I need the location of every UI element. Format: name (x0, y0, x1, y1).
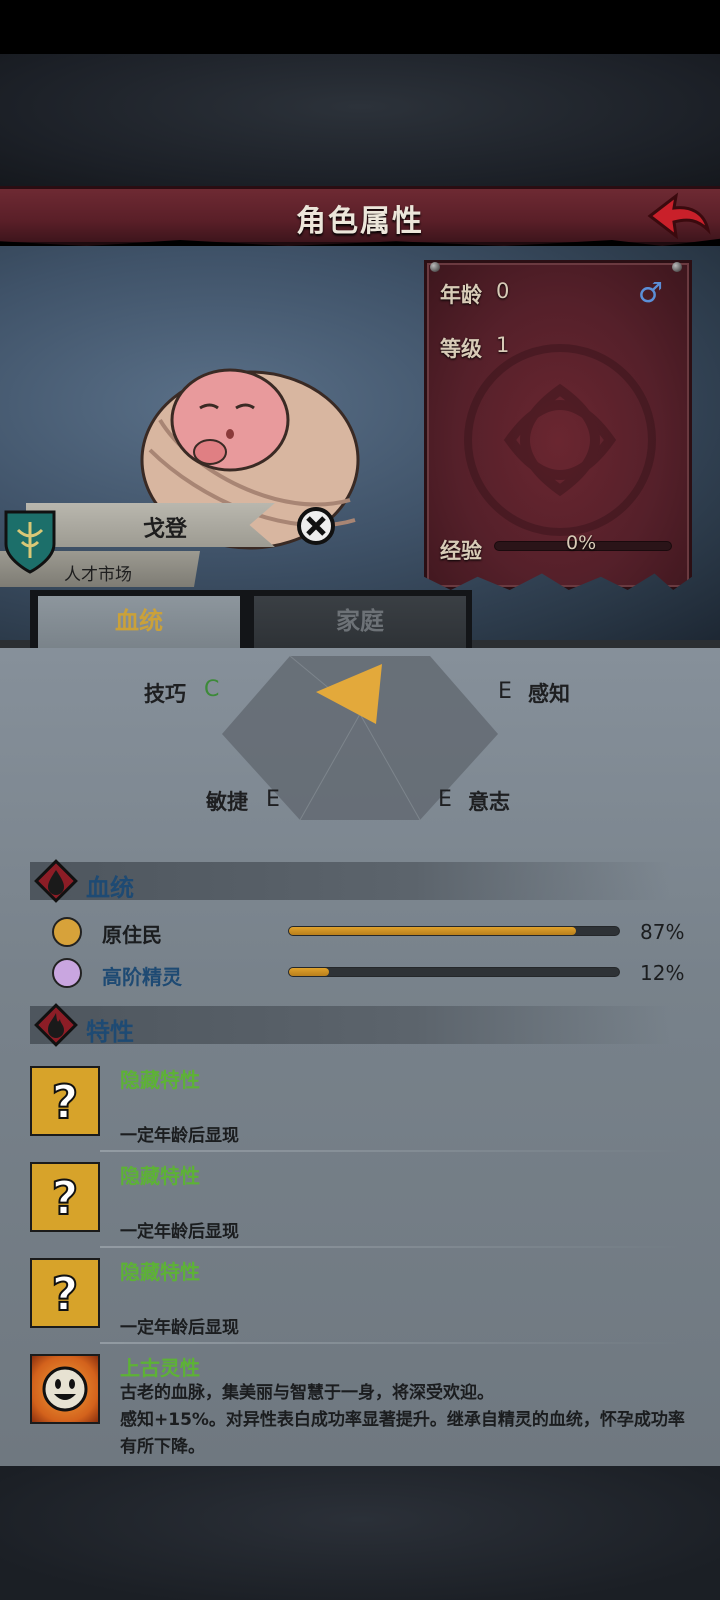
divider (100, 1342, 680, 1344)
elf-eye-icon (52, 958, 82, 988)
divider (100, 1246, 680, 1248)
will-label: 意志 (468, 790, 510, 814)
trait-name-2: 隐藏特性 (120, 1260, 200, 1284)
rivet (672, 262, 682, 272)
attribute-radar-chart (222, 655, 498, 821)
agility-grade: E (266, 787, 280, 812)
flame-icon (34, 1003, 78, 1047)
background-bottom (0, 1466, 720, 1600)
svg-text:?: ? (52, 1171, 79, 1225)
question-icon[interactable]: ? (30, 1258, 100, 1328)
trait-name-3: 上古灵性 (120, 1356, 200, 1380)
page-title: 角色属性 (296, 204, 424, 239)
question-icon[interactable]: ? (30, 1162, 100, 1232)
bloodline-bar-0 (288, 926, 620, 936)
bloodline-bar-1 (288, 967, 620, 977)
agility-label: 敏捷 (206, 790, 248, 814)
bloodline-section-title: 血统 (86, 874, 134, 902)
level-label: 等级 (440, 337, 482, 361)
divider (100, 1150, 680, 1152)
celtic-knot-emblem (464, 344, 656, 536)
bloodline-percent-0: 87% (640, 920, 685, 944)
trait-desc-3: 古老的血脉，集美丽与智慧于一身，将深受欢迎。 感知+15%。对异性表白成功率显著… (120, 1383, 685, 1457)
skill-label: 技巧 (144, 682, 186, 706)
age-value: 0 (496, 279, 510, 303)
will-grade: E (438, 787, 452, 812)
family-crest-icon[interactable] (4, 508, 56, 574)
trait-name-1: 隐藏特性 (120, 1164, 200, 1188)
back-arrow-icon (647, 192, 711, 240)
perception-label: 感知 (528, 682, 570, 706)
traits-section-title: 特性 (86, 1018, 134, 1046)
bloodline-name-1: 高阶精灵 (102, 965, 182, 989)
character-name[interactable]: 戈登 (60, 511, 270, 543)
rivet (430, 262, 440, 272)
blood-drop-icon (34, 859, 78, 903)
dismiss-button[interactable] (296, 506, 336, 546)
trait-desc-0: 一定年龄后显现 (120, 1126, 239, 1146)
exp-label: 经验 (440, 539, 482, 563)
leaf-icon (52, 917, 82, 947)
trait-name-0: 隐藏特性 (120, 1068, 200, 1092)
skill-grade: C (204, 677, 220, 702)
bloodline-name-0: 原住民 (102, 923, 162, 947)
bloodline-fill-1 (289, 968, 329, 976)
age-label: 年龄 (440, 283, 482, 307)
level-value: 1 (496, 333, 510, 357)
trait-desc-2: 一定年龄后显现 (120, 1318, 239, 1338)
perception-grade: E (498, 679, 512, 704)
svg-text:?: ? (52, 1075, 79, 1129)
tab-family[interactable]: 家庭 (254, 596, 466, 648)
svg-text:?: ? (52, 1267, 79, 1321)
status-bar-area (0, 0, 720, 54)
bloodline-percent-1: 12% (640, 961, 685, 985)
male-gender-icon: ♂ (638, 276, 664, 309)
smiley-sun-icon[interactable] (30, 1354, 100, 1424)
question-icon[interactable]: ? (30, 1066, 100, 1136)
background-top (0, 54, 720, 186)
tab-bloodline[interactable]: 血统 (38, 596, 240, 648)
back-button[interactable] (646, 190, 712, 244)
trait-desc-1: 一定年龄后显现 (120, 1222, 239, 1242)
exp-value: 0% (566, 532, 597, 554)
bloodline-fill-0 (289, 927, 577, 935)
